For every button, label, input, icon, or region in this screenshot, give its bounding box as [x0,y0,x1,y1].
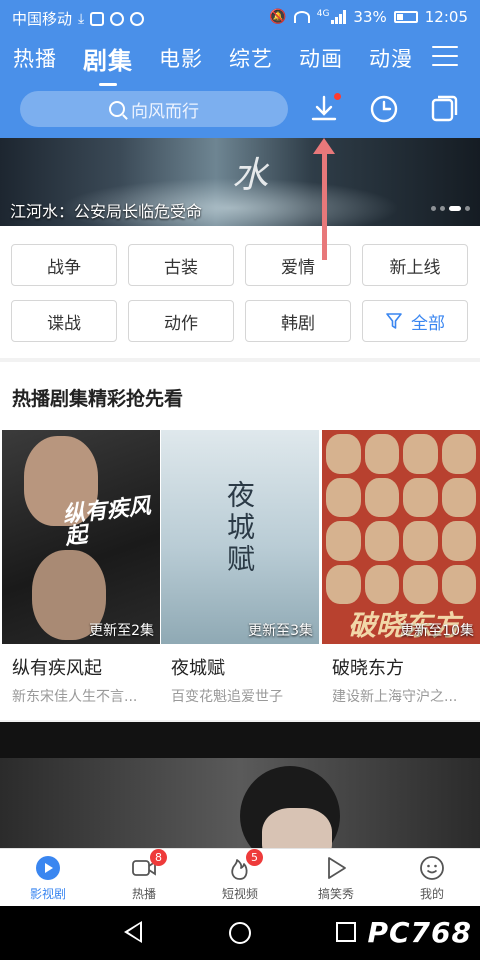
tab-hot[interactable]: 热播 [0,43,70,73]
wifi-icon [293,11,310,23]
download-status-icon: ⤓ [78,10,85,27]
bottom-tabbar: 影视剧 8 热播 5 短视频 搞笑秀 我的 [0,848,480,906]
filter-icon [386,313,402,329]
clock: 12:05 [424,8,468,26]
series-poster: 夜城赋 更新至3集 [161,430,319,644]
channel-tabs: 热播 剧集 电影 综艺 动画 动漫 [0,38,426,86]
back-icon[interactable] [124,921,142,943]
play-circle-icon [35,855,61,881]
tab-label: 短视频 [221,887,258,901]
play-bubble-icon [323,855,349,881]
poster-title: 纵有疾风起 [61,493,152,550]
battery-icon [393,11,418,23]
signal-icon [331,10,347,24]
search-placeholder: 向风而行 [131,101,199,122]
series-title: 夜城赋 [171,658,225,679]
category-korean[interactable]: 韩剧 [245,300,351,342]
category-new[interactable]: 新上线 [362,244,468,286]
tab-label: 影视剧 [29,887,66,901]
series-card[interactable]: 破晓东方 更新至10集 破晓东方 建设新上海守沪之... [322,430,480,706]
search-row: 向风而行 [0,88,480,132]
status-bar: 中国移动 ⤓ 🔕 4G 33% 12:05 [0,0,480,34]
series-title: 破晓东方 [332,658,404,679]
tab-label: 热播 [131,887,156,901]
update-status: 更新至10集 [400,623,474,639]
update-status: 更新至3集 [248,623,313,639]
hamburger-icon[interactable] [432,46,458,68]
video-camera-icon: 8 [131,849,167,881]
smiley-icon [419,855,445,881]
promo-banner[interactable] [0,722,480,848]
tab-variety[interactable]: 综艺 [216,43,286,73]
category-all-label: 全部 [411,313,445,334]
history-icon[interactable] [369,94,399,124]
series-card[interactable]: 夜城赋 更新至3集 夜城赋 百变花魁追爱世子 [161,430,319,706]
featured-banner[interactable]: 水 江河水：公安局长临危受命 [0,138,480,226]
series-poster: 纵有疾风起 更新至2集 [2,430,160,644]
poster-title: 夜城赋 [223,480,256,576]
download-icon[interactable] [309,93,341,124]
tab-animation[interactable]: 动画 [286,43,356,73]
banner-calligraphy: 水 [232,155,269,196]
network-label: 4G [316,9,330,19]
tab-anime[interactable]: 动漫 [356,43,426,73]
update-status: 更新至2集 [89,623,154,639]
hot-series-section: 热播剧集精彩抢先看 纵有疾风起 更新至2集 纵有疾风起 新东宋佳人生不言... … [0,362,480,720]
battery-percent: 33% [353,8,387,26]
series-subtitle: 百变花魁追爱世子 [171,689,283,705]
app-header: 中国移动 ⤓ 🔕 4G 33% 12:05 热播 剧集 电影 综艺 动画 动漫 … [0,0,480,138]
tab-mine[interactable]: 我的 [392,855,472,902]
series-title: 纵有疾风起 [12,658,102,679]
category-war[interactable]: 战争 [11,244,117,286]
message-icon [110,11,125,26]
home-icon[interactable] [229,922,251,944]
copy-icon[interactable] [429,94,459,124]
series-poster: 破晓东方 更新至10集 [322,430,480,644]
wechat-icon [130,11,145,26]
tab-drama[interactable]: 影视剧 [8,855,88,902]
notification-badge: 5 [246,849,263,866]
series-subtitle: 建设新上海守沪之... [332,689,458,705]
section-title: 热播剧集精彩抢先看 [12,388,184,410]
category-all-button[interactable]: 全部 [362,300,468,342]
carrier-label: 中国移动 [12,10,73,28]
site-watermark: PC768 [367,916,472,949]
category-spy[interactable]: 谍战 [11,300,117,342]
category-action[interactable]: 动作 [128,300,234,342]
tab-hot-videos[interactable]: 8 热播 [104,849,184,902]
tab-label: 我的 [419,887,444,901]
category-costume[interactable]: 古装 [128,244,234,286]
notification-badge: 8 [150,849,167,866]
banner-caption: 江河水：公安局长临危受命 [10,202,203,221]
tab-movies[interactable]: 电影 [146,43,216,73]
download-badge-dot [334,93,341,100]
banner-pager [431,206,470,211]
system-nav-bar: PC768 [0,906,480,960]
category-grid: 战争 古装 爱情 新上线 谍战 动作 韩剧 全部 [0,226,480,358]
annotation-arrow [322,150,327,260]
tab-series[interactable]: 剧集 [70,41,146,86]
series-card[interactable]: 纵有疾风起 更新至2集 纵有疾风起 新东宋佳人生不言... [2,430,160,706]
mute-icon: 🔕 [269,9,287,25]
recent-apps-icon[interactable] [336,922,356,942]
series-subtitle: 新东宋佳人生不言... [12,689,138,705]
tab-funny[interactable]: 搞笑秀 [296,855,376,902]
tab-label: 搞笑秀 [317,887,354,901]
tab-short-videos[interactable]: 5 短视频 [200,849,280,902]
search-icon [109,101,125,117]
search-input[interactable]: 向风而行 [20,91,288,127]
category-romance[interactable]: 爱情 [245,244,351,286]
app-notification-icon [90,11,105,26]
flame-icon: 5 [227,849,263,881]
